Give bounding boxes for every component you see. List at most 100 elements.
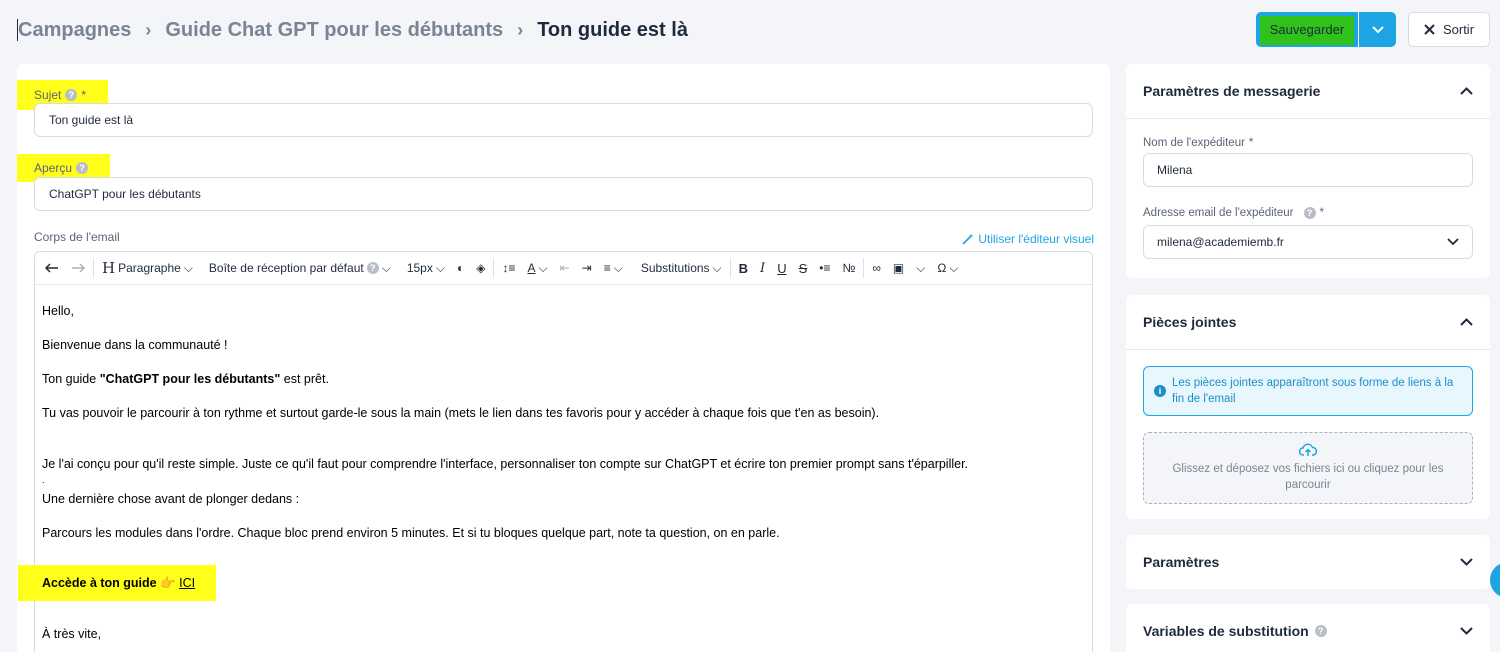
more-button[interactable]: ⌵ bbox=[910, 252, 931, 284]
line-height-button[interactable]: ↕≡ bbox=[496, 252, 521, 284]
chevron-down-icon: ⌵ bbox=[538, 260, 548, 275]
align-left-icon: ≡ bbox=[603, 261, 611, 275]
parameters-header[interactable]: Paramètres bbox=[1126, 535, 1490, 589]
email-body-editor[interactable]: Hello, Bienvenue dans la communauté ! To… bbox=[18, 285, 1093, 652]
chevron-down-icon bbox=[1371, 25, 1384, 33]
email-editor-card: Sujet ? * Ton guide est là Aperçu ? Chat… bbox=[17, 64, 1110, 652]
sender-name-input[interactable]: Milena bbox=[1143, 153, 1473, 187]
substitution-variables-panel[interactable]: Variables de substitution ? bbox=[1126, 604, 1490, 652]
guide-link[interactable]: ICI bbox=[179, 576, 195, 590]
breadcrumb-campaigns[interactable]: Campagnes bbox=[18, 19, 131, 42]
help-icon[interactable]: ? bbox=[76, 162, 89, 174]
body-welcome: Bienvenue dans la communauté ! bbox=[42, 338, 228, 352]
body-cta: Accède à ton guide 👉 ICI bbox=[42, 576, 196, 590]
strikethrough-icon: S bbox=[798, 260, 808, 276]
special-characters-select[interactable]: Ω ⌵ bbox=[931, 252, 964, 284]
parameters-panel[interactable]: Paramètres bbox=[1126, 535, 1490, 589]
sender-name-label: Nom de l'expéditeur * bbox=[1143, 137, 1254, 149]
visual-editor-link[interactable]: Utiliser l'éditeur visuel bbox=[962, 232, 1094, 246]
underline-icon: U bbox=[777, 260, 787, 276]
toolbar-divider bbox=[493, 258, 495, 278]
underline-button[interactable]: U bbox=[771, 252, 792, 284]
help-icon[interactable]: ? bbox=[1314, 625, 1327, 637]
bullet-list-icon: •≡ bbox=[819, 261, 831, 275]
messaging-settings-title: Paramètres de messagerie bbox=[1143, 83, 1321, 99]
info-icon: i bbox=[1154, 385, 1166, 397]
attachments-title: Pièces jointes bbox=[1143, 314, 1237, 330]
text-style-select[interactable]: A ⌵ bbox=[521, 252, 553, 284]
paragraph-select[interactable]: H Paragraphe ⌵ bbox=[96, 252, 199, 284]
chevron-down-icon bbox=[1460, 558, 1473, 566]
undo-button[interactable] bbox=[35, 252, 65, 284]
chevron-up-icon bbox=[1460, 87, 1473, 95]
exit-button[interactable]: Sortir bbox=[1408, 12, 1490, 47]
toolbar-divider bbox=[863, 258, 865, 278]
toolbar-divider bbox=[729, 258, 731, 278]
subject-input[interactable]: Ton guide est là bbox=[34, 103, 1093, 137]
body-greeting: Hello, bbox=[42, 304, 74, 318]
sender-email-select[interactable]: milena@academiemb.fr bbox=[1143, 225, 1473, 259]
substitutions-select[interactable]: Substitutions ⌵ bbox=[629, 252, 728, 284]
body-browse: Tu vas pouvoir le parcourir à ton rythme… bbox=[42, 406, 880, 420]
chat-bubble-button[interactable] bbox=[1490, 562, 1500, 598]
attachments-info-box: i Les pièces jointes apparaîtront sous f… bbox=[1143, 366, 1473, 416]
file-drop-zone[interactable]: Glissez et déposez vos fichiers ici ou c… bbox=[1143, 432, 1473, 504]
chevron-down-icon: ⌵ bbox=[712, 260, 722, 275]
chevron-down-icon: ⌵ bbox=[916, 260, 926, 275]
inbox-select[interactable]: Boîte de réception par défaut ? ⌵ bbox=[199, 252, 397, 284]
save-button-group: Sauvegarder bbox=[1256, 12, 1396, 47]
indent-button[interactable]: ⇥ bbox=[576, 252, 598, 284]
save-dropdown-button[interactable] bbox=[1358, 12, 1396, 47]
close-icon bbox=[1424, 24, 1435, 35]
chevron-down-icon: ⌵ bbox=[183, 260, 193, 275]
breadcrumb-campaign[interactable]: Guide Chat GPT pour les débutants bbox=[165, 19, 503, 42]
text-color-button[interactable]: ◐ bbox=[451, 252, 470, 284]
image-button[interactable]: ▣ bbox=[887, 252, 910, 284]
body-guide-ready: Ton guide "ChatGPT pour les débutants" e… bbox=[42, 372, 329, 386]
help-icon: ? bbox=[366, 262, 379, 274]
help-icon[interactable]: ? bbox=[65, 89, 78, 101]
chevron-down-icon: ⌵ bbox=[949, 260, 959, 275]
messaging-settings-panel: Paramètres de messagerie Nom de l'expédi… bbox=[1126, 64, 1490, 278]
pointing-hand-emoji: 👉 bbox=[160, 576, 176, 590]
numbered-list-button[interactable]: № bbox=[836, 252, 861, 284]
redo-button[interactable] bbox=[65, 252, 91, 284]
substitution-variables-header[interactable]: Variables de substitution ? bbox=[1126, 604, 1490, 652]
attachments-header[interactable]: Pièces jointes bbox=[1126, 295, 1490, 349]
link-button[interactable]: ∞ bbox=[866, 252, 887, 284]
divider bbox=[1126, 118, 1490, 119]
toolbar-divider bbox=[93, 258, 94, 278]
chevron-down-icon bbox=[1460, 627, 1473, 635]
strikethrough-button[interactable]: S bbox=[793, 252, 814, 284]
breadcrumb: Campagnes › Guide Chat GPT pour les débu… bbox=[18, 16, 688, 44]
body-modules: Parcours les modules dans l'ordre. Chaqu… bbox=[42, 526, 780, 540]
align-select[interactable]: ≡ ⌵ bbox=[598, 252, 629, 284]
bullet-list-button[interactable]: •≡ bbox=[813, 252, 836, 284]
save-button[interactable]: Sauvegarder bbox=[1256, 12, 1358, 47]
image-icon: ▣ bbox=[892, 261, 905, 275]
numbered-list-icon: № bbox=[842, 261, 856, 275]
help-icon[interactable]: ? bbox=[1303, 207, 1316, 219]
undo-icon bbox=[45, 263, 58, 273]
rich-text-toolbar: H Paragraphe ⌵ Boîte de réception par dé… bbox=[34, 251, 1093, 285]
chevron-down-icon: ⌵ bbox=[435, 260, 445, 275]
cloud-upload-icon bbox=[1299, 443, 1317, 456]
chevron-down-icon bbox=[1447, 238, 1459, 246]
substitution-variables-title: Variables de substitution bbox=[1143, 623, 1309, 639]
omega-icon: Ω bbox=[937, 261, 947, 275]
paint-bucket-icon: ◈ bbox=[476, 261, 486, 275]
bold-button[interactable]: B bbox=[733, 252, 754, 284]
outdent-button[interactable]: ⇤ bbox=[554, 252, 576, 284]
italic-button[interactable]: I bbox=[754, 252, 771, 284]
redo-icon bbox=[72, 263, 85, 273]
chevron-down-icon: ⌵ bbox=[381, 260, 391, 275]
divider bbox=[1126, 349, 1490, 350]
preview-input[interactable]: ChatGPT pour les débutants bbox=[34, 177, 1093, 211]
body-last-thing: Une dernière chose avant de plonger deda… bbox=[42, 492, 300, 506]
messaging-settings-header[interactable]: Paramètres de messagerie bbox=[1126, 64, 1490, 118]
font-size-select[interactable]: 15px ⌵ bbox=[397, 252, 451, 284]
palette-icon: ◐ bbox=[456, 261, 465, 275]
indent-icon: ⇥ bbox=[581, 261, 592, 275]
highlight-color-button[interactable]: ◈ bbox=[470, 252, 491, 284]
required-mark: * bbox=[81, 88, 87, 102]
